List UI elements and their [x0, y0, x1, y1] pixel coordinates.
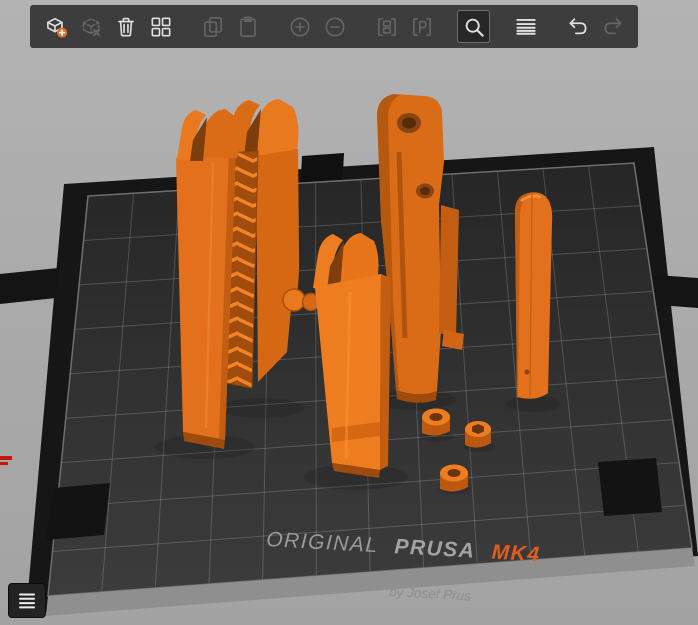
- minus-circle-icon: [322, 14, 348, 40]
- bed-brand-prusa: PRUSA: [394, 535, 476, 562]
- toolbar-add-button[interactable]: [39, 10, 72, 43]
- search-icon: [461, 14, 487, 40]
- paste-icon: [235, 14, 261, 40]
- add-object-icon: [43, 14, 69, 40]
- bed-left-tab: [0, 268, 58, 304]
- toolbar-separator: [178, 26, 195, 27]
- toolbar-arrange-button[interactable]: [144, 10, 177, 43]
- toolbar-delete-button[interactable]: [74, 10, 107, 43]
- collapse-sidebar-button[interactable]: [8, 583, 46, 618]
- toolbar-delete-all-button[interactable]: [109, 10, 142, 43]
- toolbar-paste-button[interactable]: [231, 10, 264, 43]
- delete-object-icon: [78, 14, 104, 40]
- bed-front-right-cutout: [598, 458, 662, 516]
- toolbar-layer-height-button[interactable]: [509, 10, 542, 43]
- part-nut-hex[interactable]: [465, 421, 491, 448]
- toolbar-split-parts-button[interactable]: [405, 10, 438, 43]
- bed-brand-model: MK4: [491, 541, 541, 567]
- stacked-lines-icon: [15, 590, 39, 612]
- split-parts-icon: [409, 14, 435, 40]
- toolbar-separator: [491, 26, 508, 27]
- arrange-icon: [148, 14, 174, 40]
- toolbar-search-button[interactable]: [457, 10, 490, 43]
- redo-icon: [600, 14, 626, 40]
- toolbar-split-objects-button[interactable]: [370, 10, 403, 43]
- plus-circle-icon: [287, 14, 313, 40]
- toolbar-separator: [352, 26, 369, 27]
- toolbar-separator: [439, 26, 456, 27]
- copy-icon: [200, 14, 226, 40]
- bed-front-left-cutout: [46, 483, 110, 540]
- 3d-viewport[interactable]: ORIGINAL PRUSA MK4 by Josef Prus: [0, 0, 698, 625]
- toolbar-separator: [543, 26, 560, 27]
- toolbar-copy-button[interactable]: [196, 10, 229, 43]
- part-nut-1[interactable]: [422, 409, 450, 436]
- print-bed-scene: ORIGINAL PRUSA MK4 by Josef Prus: [0, 0, 698, 625]
- red-marker: [0, 456, 12, 467]
- undo-icon: [565, 14, 591, 40]
- trash-icon: [113, 14, 139, 40]
- part-rounded-bar[interactable]: [515, 192, 552, 399]
- bed-byline-text: by Josef Prus: [389, 584, 472, 604]
- toolbar-redo-button[interactable]: [596, 10, 629, 43]
- layers-icon: [513, 14, 539, 40]
- split-objects-icon: [374, 14, 400, 40]
- top-toolbar: [30, 5, 638, 48]
- toolbar-remove-instance-button[interactable]: [318, 10, 351, 43]
- toolbar-undo-button[interactable]: [561, 10, 594, 43]
- part-nut-2[interactable]: [440, 465, 468, 492]
- toolbar-separator: [265, 26, 282, 27]
- toolbar-add-instance-button[interactable]: [283, 10, 316, 43]
